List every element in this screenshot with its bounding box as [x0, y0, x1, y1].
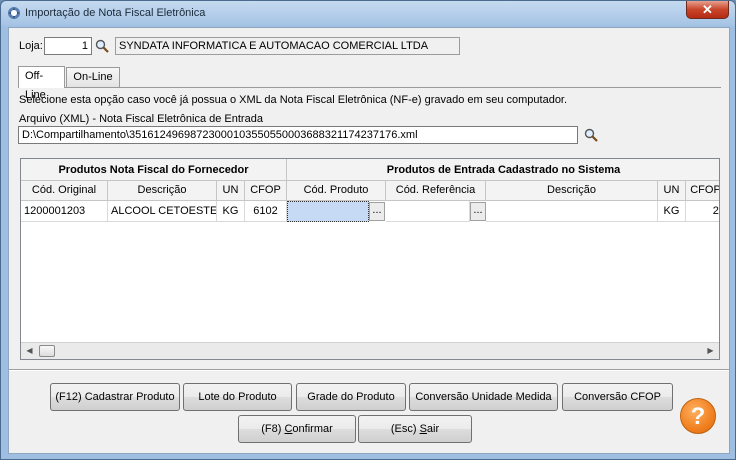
group-header-system: Produtos de Entrada Cadastrado no Sistem…	[287, 159, 719, 181]
form-body: Loja: 1 SYNDATA INFORMATICA E AUTOMACAO …	[8, 27, 730, 454]
cell-cod-referencia[interactable]	[386, 201, 470, 222]
cell-cfop-sistema[interactable]: 21	[686, 201, 719, 222]
lote-produto-button[interactable]: Lote do Produto	[183, 383, 292, 411]
horizontal-scrollbar[interactable]: ◀ ▶	[21, 342, 719, 359]
confirmar-button[interactable]: (F8) Confirmar	[238, 415, 356, 443]
close-button[interactable]: ✕	[686, 1, 729, 19]
offline-description: Selecione esta opção caso você já possua…	[19, 94, 568, 106]
app-icon	[8, 7, 20, 19]
tab-divider	[18, 87, 721, 88]
search-icon[interactable]	[95, 39, 109, 53]
cell-cod-original[interactable]: 1200001203	[21, 201, 108, 222]
conversao-unidade-button[interactable]: Conversão Unidade Medida	[409, 383, 558, 411]
sair-hotkey: S	[419, 423, 427, 435]
cell-cfop[interactable]: 6102	[245, 201, 287, 222]
cadastrar-produto-button[interactable]: (F12) Cadastrar Produto	[50, 383, 180, 411]
tab-off-line[interactable]: Off-Line	[18, 66, 65, 101]
col-header-descricao[interactable]: Descrição	[108, 181, 217, 201]
separator	[9, 369, 729, 371]
scroll-right-icon[interactable]: ▶	[702, 343, 719, 359]
tab-on-line[interactable]: On-Line	[66, 67, 120, 87]
group-header-supplier: Produtos Nota Fiscal do Fornecedor	[21, 159, 287, 181]
loja-input[interactable]: 1	[44, 37, 92, 55]
sair-text: air	[426, 423, 440, 435]
cell-cod-produto[interactable]	[287, 201, 369, 222]
confirmar-text: onfirmar	[292, 423, 333, 435]
col-header-un[interactable]: UN	[217, 181, 245, 201]
col-header-cfop[interactable]: CFOP	[245, 181, 287, 201]
confirmar-prefix: (F8)	[261, 423, 285, 435]
col-header-descricao-sistema[interactable]: Descrição	[486, 181, 658, 201]
company-name-field: SYNDATA INFORMATICA E AUTOMACAO COMERCIA…	[115, 37, 460, 55]
browse-file-icon[interactable]	[584, 128, 598, 142]
cell-descricao[interactable]: ALCOOL CETOESTEARILICO	[108, 201, 217, 222]
cod-produto-lookup-button[interactable]: ...	[369, 202, 385, 221]
help-icon[interactable]: ?	[680, 398, 716, 434]
arquivo-path-input[interactable]: D:\Compartilhamento\35161249698723000103…	[18, 126, 578, 144]
col-header-un-sistema[interactable]: UN	[658, 181, 686, 201]
sair-prefix: (Esc)	[390, 423, 420, 435]
conversao-cfop-button[interactable]: Conversão CFOP	[562, 383, 673, 411]
scroll-thumb[interactable]	[39, 345, 55, 357]
col-header-cod-original[interactable]: Cód. Original	[21, 181, 108, 201]
cell-descricao-sistema[interactable]	[486, 201, 658, 222]
sair-button[interactable]: (Esc) Sair	[358, 415, 472, 443]
scroll-left-icon[interactable]: ◀	[21, 343, 38, 359]
title-bar: Importação de Nota Fiscal Eletrônica ✕	[1, 1, 735, 27]
window-title: Importação de Nota Fiscal Eletrônica	[25, 7, 206, 19]
main-window: Importação de Nota Fiscal Eletrônica ✕ L…	[0, 0, 736, 460]
col-header-cod-referencia[interactable]: Cód. Referência	[386, 181, 486, 201]
col-header-cfop-sistema[interactable]: CFOP	[686, 181, 719, 201]
cod-referencia-lookup-button[interactable]: ...	[470, 202, 486, 221]
arquivo-label: Arquivo (XML) - Nota Fiscal Eletrônica d…	[19, 113, 263, 125]
grade-produto-button[interactable]: Grade do Produto	[296, 383, 406, 411]
cell-un[interactable]: KG	[217, 201, 245, 222]
cell-un-sistema[interactable]: KG	[658, 201, 686, 222]
col-header-cod-produto[interactable]: Cód. Produto	[287, 181, 386, 201]
products-grid[interactable]: Produtos Nota Fiscal do Fornecedor Produ…	[20, 158, 720, 360]
loja-label: Loja:	[19, 40, 43, 52]
